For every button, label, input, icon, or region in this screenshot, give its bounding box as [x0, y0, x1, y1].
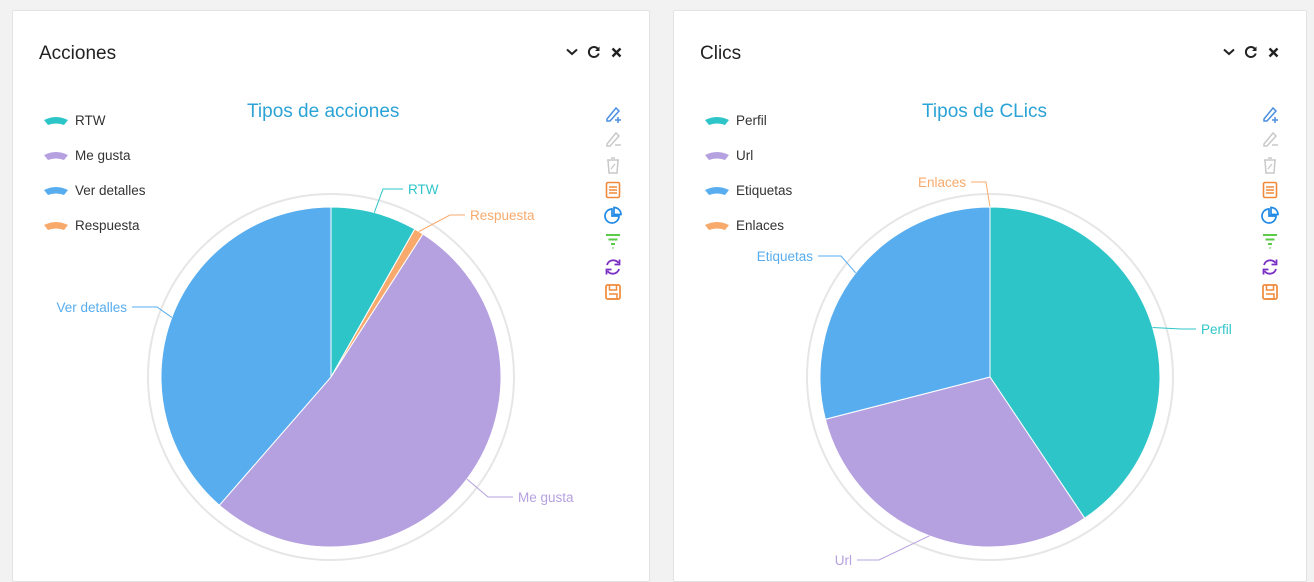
legend-item-etiquetas[interactable]: Etiquetas: [704, 173, 792, 208]
restore-icon[interactable]: [1260, 254, 1280, 280]
pie-label-respuesta: Respuesta: [470, 208, 535, 223]
legend-label: RTW: [75, 113, 106, 128]
close-icon[interactable]: [1266, 43, 1280, 61]
acciones-panel: RTW Respuesta Me gusta Ver detalles Accione…: [12, 10, 650, 582]
clics-pie-chart: EnlacesPerfilUrlEtiquetas: [757, 175, 1232, 568]
refresh-icon[interactable]: [587, 43, 601, 61]
pie-label-etiquetas: Etiquetas: [757, 249, 814, 264]
chart-toolbox: [1260, 101, 1280, 305]
panel-controls: [565, 43, 623, 61]
save-icon[interactable]: [603, 280, 623, 306]
legend-item-perfil[interactable]: Perfil: [704, 103, 792, 138]
data-view-icon[interactable]: [603, 178, 623, 204]
pie-leader-line: [1152, 327, 1196, 330]
chevron-down-icon[interactable]: [1222, 43, 1236, 61]
pie-chart-icon[interactable]: [1260, 203, 1280, 229]
chart-toolbox: [603, 101, 623, 305]
refresh-icon[interactable]: [1244, 43, 1258, 61]
panel-title: Acciones: [39, 43, 117, 64]
legend-item-ver-detalles[interactable]: Ver detalles: [43, 173, 146, 208]
clics-panel: Enlaces Perfil Url Etiquetas Clics Perfil U…: [673, 10, 1307, 582]
save-icon[interactable]: [1260, 280, 1280, 306]
panel-controls: [1222, 43, 1280, 61]
legend-item-enlaces[interactable]: Enlaces: [704, 208, 792, 243]
pie-label-me-gusta: Me gusta: [518, 490, 574, 505]
funnel-icon[interactable]: [603, 229, 623, 255]
trash-icon[interactable]: [603, 152, 623, 178]
legend-swatch-icon: [705, 151, 729, 160]
acciones-pie-chart: RTW Respuesta Me gusta Ver detalles: [56, 182, 574, 561]
pie-leader-line: [418, 214, 465, 232]
legend-swatch-icon: [44, 116, 68, 125]
panel-title: Clics: [700, 43, 742, 64]
legend-label: Respuesta: [75, 218, 140, 233]
data-view-icon[interactable]: [1260, 178, 1280, 204]
chevron-down-icon[interactable]: [565, 43, 579, 61]
legend-label: Perfil: [736, 113, 767, 128]
legend-item-me-gusta[interactable]: Me gusta: [43, 138, 146, 173]
trash-icon[interactable]: [1260, 152, 1280, 178]
pie-label-ver-detalles: Ver detalles: [56, 300, 127, 315]
edit-add-icon[interactable]: [1260, 101, 1280, 127]
legend-label: Enlaces: [736, 218, 785, 233]
pie-leader-line: [373, 188, 403, 213]
chart-legend: Perfil Url Etiquetas Enlaces: [704, 103, 792, 243]
pie-leader-line: [132, 306, 173, 318]
legend-label: Me gusta: [75, 148, 131, 163]
legend-swatch-icon: [705, 221, 729, 230]
pie-label-perfil: Perfil: [1201, 322, 1232, 337]
funnel-icon[interactable]: [1260, 229, 1280, 255]
legend-label: Ver detalles: [75, 183, 146, 198]
legend-swatch-icon: [44, 221, 68, 230]
legend-label: Url: [736, 148, 754, 163]
edit-remove-icon[interactable]: [1260, 127, 1280, 153]
restore-icon[interactable]: [603, 254, 623, 280]
pie-label-enlaces: Enlaces: [918, 175, 966, 190]
chart-title: Tipos de CLics: [922, 101, 1047, 122]
legend-swatch-icon: [705, 116, 729, 125]
edit-remove-icon[interactable]: [603, 127, 623, 153]
legend-swatch-icon: [705, 186, 729, 195]
legend-item-respuesta[interactable]: Respuesta: [43, 208, 146, 243]
chart-legend: RTW Me gusta Ver detalles Respuesta: [43, 103, 146, 243]
legend-label: Etiquetas: [736, 183, 793, 198]
chart-title: Tipos de acciones: [247, 101, 400, 122]
pie-leader-line: [857, 535, 930, 561]
edit-add-icon[interactable]: [603, 101, 623, 127]
legend-item-rtw[interactable]: RTW: [43, 103, 146, 138]
legend-swatch-icon: [44, 186, 68, 195]
legend-swatch-icon: [44, 151, 68, 160]
pie-chart-icon[interactable]: [603, 203, 623, 229]
pie-label-rtw: RTW: [408, 182, 439, 197]
close-icon[interactable]: [609, 43, 623, 61]
legend-item-url[interactable]: Url: [704, 138, 792, 173]
pie-leader-line: [466, 478, 513, 498]
